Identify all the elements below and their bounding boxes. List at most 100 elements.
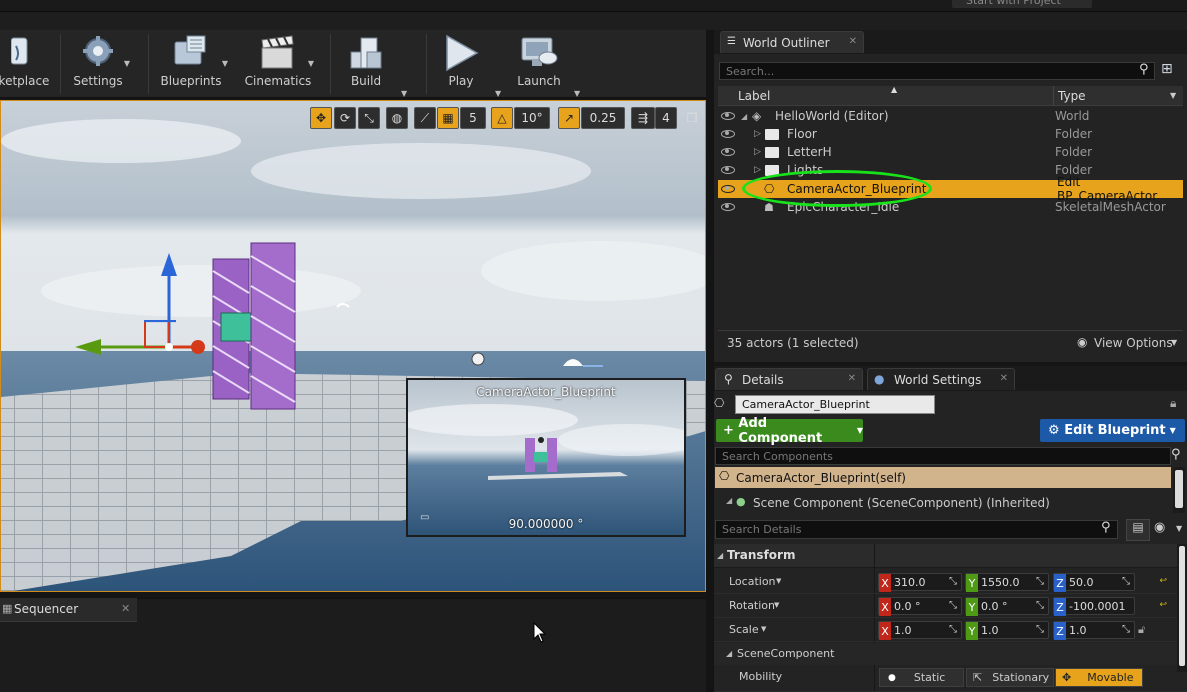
tab-sequencer[interactable]: ▦ Sequencer ✕ <box>0 598 137 622</box>
collapse-arrow-icon[interactable]: ◢ <box>726 496 732 505</box>
list-item[interactable]: ▷ Floor Folder <box>718 125 1183 143</box>
location-y-field[interactable]: Y 1550.0 ⤡ <box>965 573 1049 592</box>
edit-blueprint-button[interactable]: ⚙ Edit Blueprint ▼ <box>1040 419 1185 442</box>
outliner-search-input[interactable]: Search... <box>719 62 1155 80</box>
blueprints-dropdown-icon[interactable]: ▼ <box>222 59 228 68</box>
list-item[interactable]: ▷ LetterH Folder <box>718 143 1183 161</box>
rotate-mode-icon[interactable]: ⟳ <box>334 107 356 129</box>
expand-arrow-icon[interactable]: ▷ <box>754 147 761 157</box>
launch-button[interactable]: Launch <box>512 30 566 98</box>
transform-section-header[interactable]: ◢ Transform <box>714 544 1187 568</box>
col-label[interactable]: Label <box>738 89 770 103</box>
reset-to-default-icon[interactable]: ↩ <box>1159 600 1167 610</box>
camera-speed-value[interactable]: 4 <box>655 107 677 129</box>
scene-component-section[interactable]: ◢ SceneComponent <box>714 643 1187 665</box>
mobility-static-button[interactable]: ● Static <box>879 668 964 687</box>
level-viewport[interactable]: ✥ ⟳ ⤡ ◍ ⟋ ▦ 5 △ 10° ↗ 0.25 ⇶ 4 ❐ CameraA… <box>0 100 706 592</box>
settings-button[interactable]: Settings ▼ <box>66 30 130 98</box>
cinematics-dropdown-icon[interactable]: ▼ <box>308 59 314 68</box>
grid-snap-value[interactable]: 5 <box>460 107 486 129</box>
start-project-button[interactable]: Start with Project <box>952 0 1092 8</box>
splitter[interactable] <box>706 30 714 692</box>
chevron-down-icon[interactable]: ▼ <box>776 577 781 585</box>
rotation-snap-value[interactable]: 10° <box>514 107 550 129</box>
add-component-button[interactable]: + Add Component ▼ <box>716 416 863 446</box>
close-icon[interactable]: ✕ <box>121 602 130 615</box>
blueprints-button[interactable]: Blueprints ▼ <box>156 30 228 98</box>
lock-scale-icon[interactable]: 🔓︎ <box>1138 623 1145 637</box>
play-dropdown-icon[interactable]: ▼ <box>495 89 501 98</box>
add-filter-icon[interactable]: ⊞ <box>1161 61 1173 77</box>
location-z-field[interactable]: Z 50.0 ⤡ <box>1053 573 1135 592</box>
chevron-down-icon[interactable]: ▼ <box>1171 338 1177 347</box>
view-options-button[interactable]: View Options <box>1094 336 1173 350</box>
tab-world-outliner[interactable]: ☰ World Outliner ✕ <box>720 31 864 53</box>
column-options-icon[interactable]: ▼ <box>1170 91 1176 100</box>
build-button[interactable]: Build <box>338 30 394 98</box>
scale-y-field[interactable]: Y 1.0 ⤡ <box>965 621 1049 640</box>
visibility-eye-icon[interactable] <box>721 185 735 193</box>
visibility-eye-icon[interactable] <box>721 166 735 174</box>
rotation-x-field[interactable]: X 0.0 ° ⤡ <box>878 597 962 616</box>
marketplace-button[interactable]: ketplace <box>0 30 49 98</box>
outliner-icon: ☰ <box>727 36 736 47</box>
search-components-input[interactable]: Search Components <box>715 447 1171 465</box>
col-type[interactable]: Type <box>1058 89 1086 103</box>
actor-icon: ⎔ <box>714 396 725 410</box>
camera-speed-icon[interactable]: ⇶ <box>631 107 655 129</box>
scale-mode-icon[interactable]: ⤡ <box>358 107 380 129</box>
close-icon[interactable]: ✕ <box>1000 373 1008 384</box>
lock-icon[interactable]: 🔒︎ <box>1170 396 1176 411</box>
scale-snap-icon[interactable]: ↗ <box>558 107 580 129</box>
launch-dropdown-icon[interactable]: ▼ <box>574 89 580 98</box>
visibility-eye-icon[interactable] <box>721 112 735 120</box>
grid-snap-icon[interactable]: ▦ <box>437 107 459 129</box>
visibility-eye-icon[interactable] <box>721 130 735 138</box>
build-dropdown-icon[interactable]: ▼ <box>401 89 407 98</box>
scale-row: Scale ▼ X 1.0 ⤡ Y 1.0 ⤡ Z 1.0 ⤡ 🔓︎ <box>714 618 1187 642</box>
expand-arrow-icon[interactable]: ▷ <box>754 165 761 175</box>
component-scene-item[interactable]: ◢ ● Scene Component (SceneComponent) (In… <box>715 492 1171 513</box>
camera-icon: ▭ <box>420 512 430 523</box>
scale-x-field[interactable]: X 1.0 ⤡ <box>878 621 962 640</box>
rotation-z-field[interactable]: Z -100.0001 <box>1053 597 1135 616</box>
close-icon[interactable]: ✕ <box>849 36 857 47</box>
cinematics-button[interactable]: Cinematics ▼ <box>238 30 318 98</box>
chevron-down-icon[interactable]: ▼ <box>761 625 766 633</box>
tab-world-settings[interactable]: ● World Settings ✕ <box>867 368 1015 390</box>
scale-z-field[interactable]: Z 1.0 ⤡ <box>1053 621 1135 640</box>
tab-details[interactable]: ⚲ Details ✕ <box>715 368 863 390</box>
search-icon: ⚲ <box>1101 520 1111 535</box>
reset-to-default-icon[interactable]: ↩ <box>1159 576 1167 586</box>
play-button[interactable]: Play <box>434 30 488 98</box>
title-bar: Start with Project <box>0 0 1187 12</box>
drag-arrows-icon: ⤡ <box>1036 576 1044 587</box>
components-scrollbar[interactable] <box>1173 467 1185 513</box>
list-item[interactable]: ◢ ◈ HelloWorld (Editor) World <box>718 107 1183 125</box>
expand-arrow-icon[interactable]: ▷ <box>754 129 761 139</box>
scale-snap-value[interactable]: 0.25 <box>581 107 625 129</box>
close-icon[interactable]: ✕ <box>848 373 856 384</box>
chevron-down-icon[interactable]: ▼ <box>1176 524 1182 533</box>
rotation-row: Rotation ▼ X 0.0 ° ⤡ Y 0.0 ° ⤡ Z -100.0001 ↩ <box>714 594 1187 618</box>
component-self-item[interactable]: ⎔ CameraActor_Blueprint(self) <box>715 467 1171 488</box>
world-space-icon[interactable]: ◍ <box>386 107 408 129</box>
property-matrix-icon[interactable]: ▤ <box>1126 519 1150 541</box>
mobility-movable-button[interactable]: ✥ Movable <box>1055 668 1143 687</box>
rotation-y-field[interactable]: Y 0.0 ° ⤡ <box>965 597 1049 616</box>
translate-mode-icon[interactable]: ✥ <box>310 107 332 129</box>
surface-snap-icon[interactable]: ⟋ <box>414 107 436 129</box>
mobility-stationary-button[interactable]: ⇱ Stationary <box>966 668 1054 687</box>
maximize-viewport-icon[interactable]: ❐ <box>683 107 701 129</box>
rotation-snap-icon[interactable]: △ <box>491 107 513 129</box>
settings-dropdown-icon[interactable]: ▼ <box>124 59 130 68</box>
chevron-down-icon[interactable]: ▼ <box>774 601 779 609</box>
highlight-annotation <box>742 170 932 207</box>
details-scrollbar[interactable] <box>1177 544 1187 672</box>
actor-name-field[interactable]: CameraActor_Blueprint <box>735 395 935 414</box>
visibility-eye-icon[interactable] <box>721 148 735 156</box>
eye-icon[interactable]: ◉ <box>1154 520 1165 535</box>
search-details-input[interactable]: Search Details <box>715 520 1118 539</box>
visibility-eye-icon[interactable] <box>721 203 735 211</box>
location-x-field[interactable]: X 310.0 ⤡ <box>878 573 962 592</box>
